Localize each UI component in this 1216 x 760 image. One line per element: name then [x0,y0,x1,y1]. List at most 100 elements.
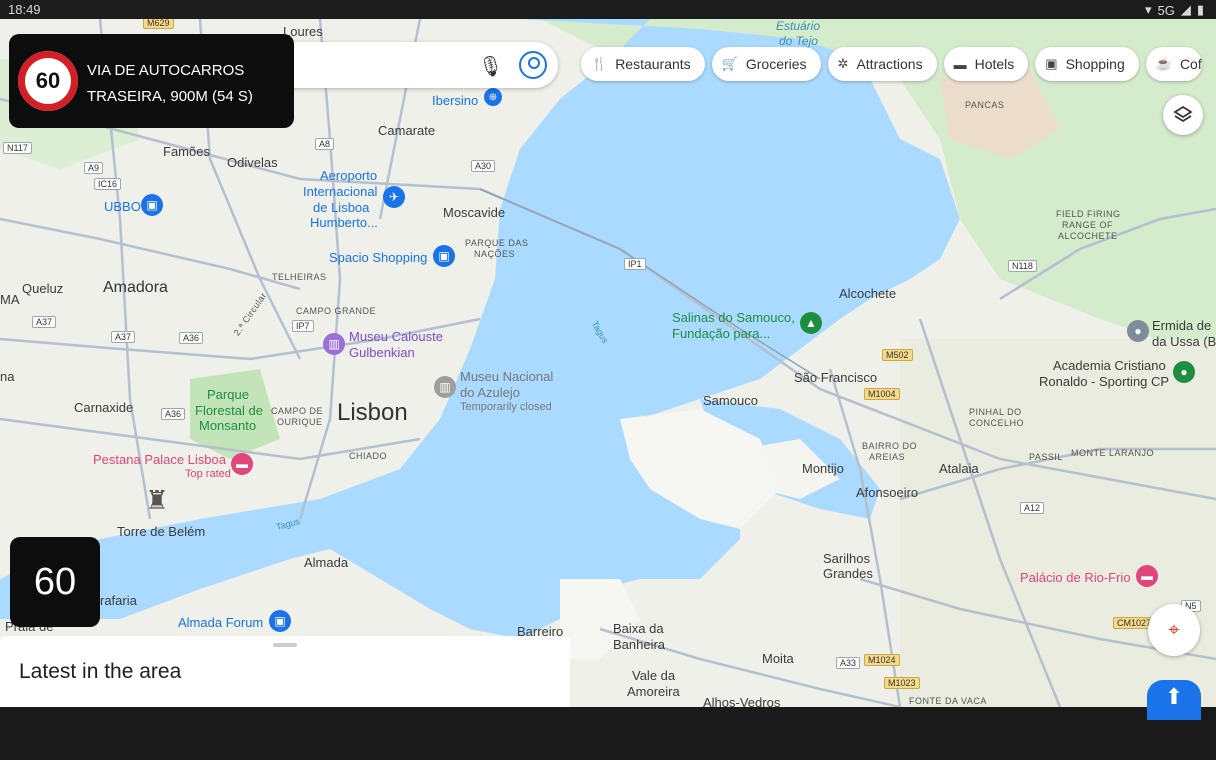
shield-a37-1: A37 [32,316,57,328]
tower-landmark-icon[interactable]: ♜ [145,485,168,515]
alert-line-1: VIA DE AUTOCARROS [87,62,245,79]
poi-monsanto-3[interactable]: Monsanto [199,418,256,433]
place-queluz: Queluz [22,281,64,296]
place-na: na [0,369,15,384]
shield-a12: A12 [1020,502,1045,514]
poi-salinas-2[interactable]: Fundação para... [672,326,770,341]
network-label: 5G [1157,2,1175,18]
poi-salinas-1[interactable]: Salinas do Samouco, [672,310,795,325]
area-passil: PASSIL [1029,452,1063,462]
shopping-bag-pin-icon[interactable]: ▣ [433,245,455,267]
signal-icon: ◢ [1180,2,1191,17]
museum-pin-icon[interactable]: ▥ [323,333,345,355]
tree-pin-icon[interactable]: ▲ [800,312,822,334]
bottom-sheet[interactable]: Latest in the area [0,636,570,707]
place-do-tejo: do Tejo [779,34,818,48]
shield-a36-2: A36 [161,408,186,420]
area-pancas: PANCAS [965,100,1005,110]
speed-camera-alert[interactable]: 60 VIA DE AUTOCARROS TRASEIRA, 900M (54 … [9,34,294,128]
place-ibersino: Ibersino [432,93,479,108]
bottom-bar [0,707,1216,760]
locate-button[interactable]: ⌖ [1148,604,1200,656]
poi-aeroporto-3[interactable]: de Lisboa [313,200,369,215]
poi-monsanto-2[interactable]: Florestal de [195,403,263,418]
cart-pin-icon[interactable]: ⊕ [484,88,502,106]
layers-icon [1173,105,1193,123]
shopping-bag-pin-icon[interactable]: ▣ [141,194,163,216]
account-icon[interactable] [519,51,547,79]
poi-academia-2[interactable]: Ronaldo - Sporting CP [1039,374,1169,389]
place-odivelas: Odivelas [227,155,278,170]
chip-label: Cof [1179,56,1202,72]
chip-label: Restaurants [615,56,691,72]
poi-ermida-1[interactable]: Ermida de [1152,318,1211,333]
airplane-icon[interactable]: ✈ [383,186,405,208]
directions-button[interactable]: ⬆ [1147,680,1201,720]
poi-aeroporto-1[interactable]: Aeroporto [320,168,377,183]
chip-groceries[interactable]: 🛒 Groceries [711,47,821,81]
poi-palacio[interactable]: Palácio de Rio-Frio [1020,570,1131,585]
chip-shopping[interactable]: ▣ Shopping [1035,47,1139,81]
fork-knife-icon: 🍴 [591,56,608,71]
sports-pin-icon[interactable]: ● [1173,361,1195,383]
poi-aeroporto-4[interactable]: Humberto... [310,215,378,230]
poi-ermida-2[interactable]: da Ussa (B [1152,334,1216,349]
layers-button[interactable] [1163,95,1203,135]
place-grandes: Grandes [823,566,873,581]
poi-academia-1[interactable]: Academia Cristiano [1053,358,1166,373]
poi-azulejo-2[interactable]: do Azulejo [460,385,520,400]
shopping-bag-icon: ▣ [1045,56,1058,71]
place-famoes: Famões [163,144,210,159]
status-icons: ▾ 5G ◢ ▮ [1145,2,1204,18]
area-chiado: CHIADO [349,451,388,461]
poi-pestana[interactable]: Pestana Palace Lisboa [93,452,226,467]
chip-label: Shopping [1065,56,1125,72]
poi-azulejo-1[interactable]: Museu Nacional [460,369,553,384]
area-parque-das: PARQUE DAS [465,238,529,248]
chip-restaurants[interactable]: 🍴 Restaurants [581,47,705,81]
place-ma: MA [0,292,20,307]
place-vale: Vale da [632,668,676,683]
hotel-pin-icon[interactable]: ▬ [1136,565,1158,587]
poi-spacio-shopping[interactable]: Spacio Shopping [329,250,427,265]
area-alcochete: ALCOCHETE [1058,231,1118,241]
shield-n117: N117 [3,142,32,154]
chip-attractions[interactable]: ✲ Attractions [827,47,937,81]
wifi-icon: ▾ [1144,2,1152,17]
chip-coffee[interactable]: ☕ Cof [1145,47,1202,81]
place-moita: Moita [762,651,794,666]
poi-gulbenkian-1[interactable]: Museu Calouste [349,329,443,344]
place-sarilhos: Sarilhos [823,551,870,566]
museum-closed-pin-icon[interactable]: ▥ [434,376,456,398]
place-amadora: Amadora [103,279,168,296]
status-bar: 18:49 ▾ 5G ◢ ▮ [0,0,1216,19]
shield-ic16: IC16 [94,178,122,190]
place-banheira: Banheira [613,637,666,652]
drag-handle[interactable] [273,643,297,647]
hotel-pin-icon[interactable]: ▬ [231,453,253,475]
poi-gulbenkian-2[interactable]: Gulbenkian [349,345,415,360]
shield-m629: M629 [143,19,174,29]
shopping-bag-pin-icon[interactable]: ▣ [269,610,291,632]
place-pin-icon[interactable]: ● [1127,320,1149,342]
area-pinhal-do: PINHAL DO [969,407,1022,417]
poi-aeroporto-2[interactable]: Internacional [303,184,377,199]
shield-ip7: IP7 [292,320,314,332]
coffee-icon: ☕ [1155,56,1172,71]
chip-hotels[interactable]: ▬ Hotels [943,47,1029,81]
poi-almada-forum[interactable]: Almada Forum [178,615,263,630]
area-range-of: RANGE OF [1062,220,1114,230]
shield-m1023: M1023 [884,677,920,689]
place-camarate: Camarate [378,123,436,138]
poi-ubbo[interactable]: UBBO [104,199,141,214]
poi-monsanto-1[interactable]: Parque [207,387,249,402]
place-estuario: Estuário [776,19,821,33]
place-trafaria: rafaria [100,593,137,608]
search-bar[interactable] [255,42,558,88]
area-nacoes: NAÇÕES [474,249,516,259]
place-montijo: Montijo [802,461,844,476]
alert-text: VIA DE AUTOCARROS TRASEIRA, 900M (54 S) [87,58,253,110]
place-alhos-vedros: Alhos-Vedros [703,695,781,707]
area-monte-laranjo: MONTE LARANJO [1071,448,1155,458]
microphone-icon[interactable]: 🎙 [478,54,503,79]
